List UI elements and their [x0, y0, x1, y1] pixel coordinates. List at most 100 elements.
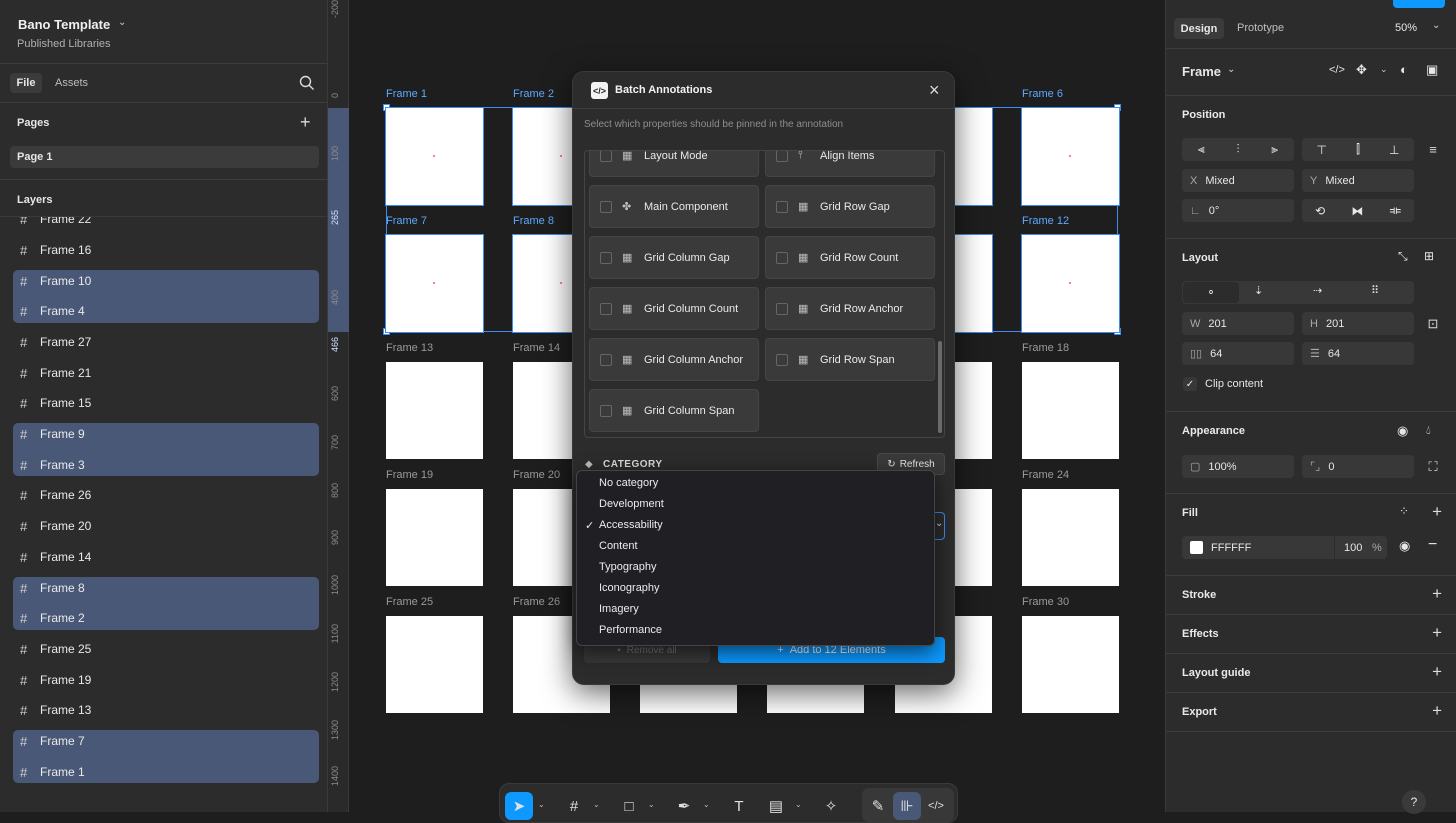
layer-item[interactable]: # Frame 27 [14, 327, 319, 357]
frame-label[interactable]: Frame 25 [386, 596, 433, 608]
menu-item[interactable]: Accessability [599, 519, 663, 531]
corner-radius-field[interactable]: ⌜⌟ 0 [1302, 455, 1414, 478]
dev-mode-icon[interactable]: </> [922, 792, 950, 820]
menu-item[interactable]: Typography [599, 561, 656, 573]
property-option[interactable]: ▦ Grid Row Gap [765, 185, 935, 228]
frame[interactable] [1022, 362, 1119, 459]
page-item[interactable]: Page 1 [10, 146, 319, 168]
property-option[interactable]: ▦ Grid Row Count [765, 236, 935, 279]
checkbox[interactable] [776, 200, 788, 213]
menu-item[interactable]: Content [599, 540, 638, 552]
layout-mode-group[interactable]: ⚬ ⇣ ⇢ ⠿ [1182, 281, 1414, 304]
layer-item[interactable]: # Frame 1 [14, 757, 319, 787]
property-option[interactable]: ▦ Grid Row Anchor [765, 287, 935, 330]
property-option[interactable]: ▦ Grid Column Span [589, 389, 759, 432]
checkbox[interactable] [600, 251, 612, 264]
y-field[interactable]: Y Mixed [1302, 169, 1414, 192]
close-icon[interactable]: × [929, 80, 940, 101]
collapse-icon[interactable]: ⤡ [1398, 249, 1408, 264]
frame-icon[interactable]: ▣ [1426, 62, 1438, 78]
horizontal-align-group[interactable]: ⫷ ⫶ ⫸ [1182, 138, 1294, 161]
properties-list[interactable]: ▦ Layout Mode ⫯ Align Items ✤ Main Componen… [584, 150, 945, 438]
checkbox[interactable] [600, 353, 612, 366]
design-mode-icon[interactable]: ⊪ [893, 792, 921, 820]
frame[interactable] [1022, 489, 1119, 586]
freeform-icon[interactable]: ⚬ [1183, 282, 1239, 303]
horizontal-layout-icon[interactable]: ⇢ [1313, 284, 1322, 297]
auto-layout-icon[interactable]: ⊞ [1424, 249, 1434, 263]
frame-title[interactable]: Frame [1182, 64, 1221, 79]
frame[interactable] [386, 616, 483, 713]
frame-label[interactable]: Frame 6 [1022, 88, 1063, 100]
move-tool-icon[interactable]: ➤ [505, 792, 533, 820]
clip-content-checkbox[interactable]: ✓ [1183, 377, 1197, 391]
frame-label[interactable]: Frame 30 [1022, 596, 1069, 608]
text-tool-icon[interactable]: T [725, 792, 753, 820]
layer-item[interactable]: # Frame 10 [14, 266, 319, 296]
checkbox[interactable] [776, 302, 788, 315]
checkbox[interactable] [600, 200, 612, 213]
layer-item[interactable]: # Frame 20 [14, 511, 319, 541]
layer-item[interactable]: # Frame 13 [14, 695, 319, 725]
chevron-down-icon[interactable]: ⌄ [593, 800, 600, 809]
height-field[interactable]: H 201 [1302, 312, 1414, 335]
rectangle-tool-icon[interactable]: □ [615, 792, 643, 820]
frame-label[interactable]: Frame 2 [513, 88, 554, 100]
checkbox[interactable] [600, 404, 612, 417]
add-export-icon[interactable]: + [1432, 701, 1442, 721]
comment-tool-icon[interactable]: ▤ [762, 792, 790, 820]
vertical-align-group[interactable]: ⊤ ⫿ ⊥ [1302, 138, 1414, 161]
file-name[interactable]: Bano Template [18, 17, 110, 32]
eye-icon[interactable]: ◉ [1399, 538, 1410, 554]
vertical-gap-field[interactable]: ☰ 64 [1302, 342, 1414, 365]
frame-label[interactable]: Frame 19 [386, 469, 433, 481]
chevron-down-icon[interactable]: ⌄ [703, 800, 710, 809]
frame[interactable] [386, 489, 483, 586]
menu-item[interactable]: No category [599, 477, 658, 489]
property-option[interactable]: ⫯ Align Items [765, 151, 935, 177]
expand-corners-icon[interactable]: ⛶ [1421, 455, 1445, 478]
frame-label[interactable]: Frame 1 [386, 88, 427, 100]
layer-item[interactable]: # Frame 2 [14, 603, 319, 633]
frame-label[interactable]: Frame 18 [1022, 342, 1069, 354]
layer-item[interactable]: # Frame 16 [14, 235, 319, 265]
add-effect-icon[interactable]: + [1432, 623, 1442, 643]
draw-mode-icon[interactable]: ✎ [864, 792, 892, 820]
align-middle-icon[interactable]: ⫿ [1356, 142, 1360, 157]
code-icon[interactable]: </> [1329, 64, 1345, 76]
distribute-icon[interactable]: ≡ [1421, 138, 1445, 161]
layer-item[interactable]: # Frame 22 [14, 217, 319, 234]
flip-horizontal-icon[interactable]: ⧓ [1351, 204, 1363, 218]
add-stroke-icon[interactable]: + [1432, 584, 1442, 604]
tab-assets[interactable]: Assets [55, 77, 88, 89]
property-option[interactable]: ▦ Layout Mode [589, 151, 759, 177]
vertical-layout-icon[interactable]: ⇣ [1254, 284, 1263, 297]
chevron-down-icon[interactable]: ⌄ [538, 800, 545, 809]
frame[interactable] [385, 107, 484, 206]
contrast-icon[interactable]: ◐ [1400, 62, 1408, 77]
frame[interactable] [385, 234, 484, 333]
chevron-down-icon[interactable]: ⌄ [935, 518, 943, 529]
chevron-down-icon[interactable]: ⌄ [118, 17, 126, 28]
width-field[interactable]: W 201 [1182, 312, 1294, 335]
share-button[interactable] [1393, 0, 1445, 8]
menu-item[interactable]: Performance [599, 624, 662, 636]
tab-prototype[interactable]: Prototype [1237, 22, 1284, 34]
search-icon[interactable] [299, 75, 317, 93]
layer-item[interactable]: # Frame 21 [14, 358, 319, 388]
align-right-icon[interactable]: ⫸ [1271, 142, 1278, 157]
chevron-down-icon[interactable]: ⌄ [1380, 64, 1388, 75]
styles-icon[interactable]: ⁘ [1399, 504, 1409, 518]
remove-fill-icon[interactable]: − [1428, 536, 1437, 554]
frame[interactable] [1021, 107, 1120, 206]
layer-item[interactable]: # Frame 9 [14, 419, 319, 449]
category-dropdown-menu[interactable]: No category Development ✓ Accessability … [576, 470, 935, 646]
layer-item[interactable]: # Frame 7 [14, 726, 319, 756]
add-fill-icon[interactable]: + [1432, 502, 1442, 522]
menu-item[interactable]: Iconography [599, 582, 660, 594]
checkbox[interactable] [600, 302, 612, 315]
scrollbar[interactable] [938, 341, 942, 433]
checkbox[interactable] [776, 353, 788, 366]
transform-group[interactable]: ⟲ ⧓ ⟚ [1302, 199, 1414, 222]
component-icon[interactable]: ✥ [1356, 62, 1367, 78]
